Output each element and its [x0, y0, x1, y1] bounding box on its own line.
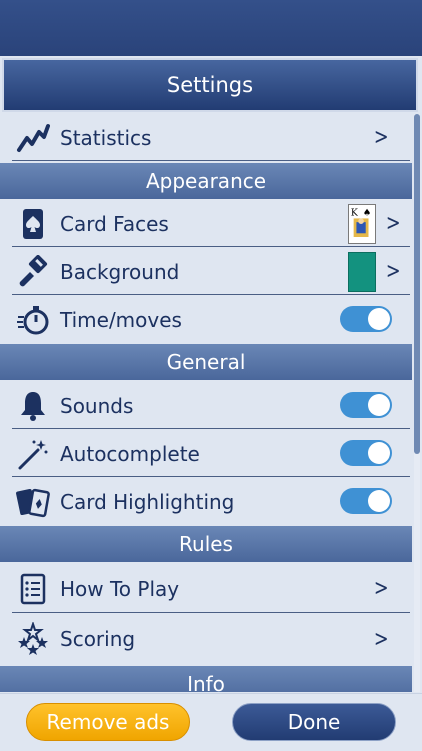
- section-appearance: Appearance: [0, 163, 412, 199]
- time-moves-toggle[interactable]: [340, 306, 392, 332]
- remove-ads-label: Remove ads: [46, 710, 170, 734]
- scrollbar-thumb[interactable]: [414, 114, 420, 454]
- chevron-right-icon: >: [385, 259, 401, 284]
- card-highlighting-label: Card Highlighting: [60, 489, 235, 514]
- section-general: General: [0, 344, 412, 380]
- top-bar: [0, 0, 422, 56]
- stopwatch-icon: [14, 301, 52, 339]
- scrollbar[interactable]: [414, 114, 420, 692]
- autocomplete-row: Autocomplete: [0, 430, 412, 477]
- card-rank: K: [351, 208, 359, 219]
- scoring-label: Scoring: [60, 627, 136, 651]
- statistics-row[interactable]: Statistics >: [0, 114, 412, 161]
- list-icon: [14, 570, 52, 608]
- page-title-text: Settings: [166, 73, 254, 97]
- card-highlighting-toggle[interactable]: [340, 488, 392, 514]
- scoring-row[interactable]: Scoring >: [0, 614, 412, 664]
- background-row[interactable]: Background >: [0, 248, 412, 295]
- card-highlighting-row: Card Highlighting: [0, 478, 412, 525]
- card-suit: ♠: [363, 208, 371, 219]
- time-moves-row: Time/moves: [0, 296, 412, 343]
- stars-icon: [14, 620, 52, 658]
- sounds-toggle[interactable]: [340, 392, 392, 418]
- section-info: Info: [0, 666, 412, 692]
- section-appearance-label: Appearance: [145, 169, 267, 193]
- cards-icon: [14, 483, 52, 521]
- sounds-label: Sounds: [60, 393, 134, 418]
- bell-icon: [14, 387, 52, 425]
- toggle-knob: [368, 394, 390, 416]
- chevron-right-icon: >: [385, 211, 401, 236]
- chevron-right-icon: >: [373, 626, 389, 652]
- background-preview: [348, 252, 376, 292]
- section-general-label: General: [166, 350, 246, 374]
- remove-ads-button[interactable]: Remove ads: [26, 703, 190, 741]
- done-button[interactable]: Done: [232, 703, 396, 741]
- chevron-right-icon: >: [373, 576, 389, 601]
- toggle-knob: [368, 308, 390, 330]
- statistics-label: Statistics: [60, 125, 152, 150]
- time-moves-label: Time/moves: [60, 307, 182, 332]
- page-title: Settings: [2, 58, 418, 112]
- how-to-play-label: How To Play: [60, 576, 180, 601]
- settings-list[interactable]: Statistics > Appearance Card Faces K ♠ >…: [0, 114, 422, 692]
- done-label: Done: [287, 710, 341, 734]
- magic-wand-icon: [14, 435, 52, 473]
- autocomplete-label: Autocomplete: [60, 441, 200, 466]
- chevron-right-icon: >: [373, 125, 389, 150]
- spade-card-icon: [14, 205, 52, 243]
- section-info-label: Info: [187, 672, 225, 692]
- section-rules: Rules: [0, 526, 412, 562]
- card-faces-label: Card Faces: [60, 211, 169, 236]
- autocomplete-toggle[interactable]: [340, 440, 392, 466]
- card-faces-row[interactable]: Card Faces K ♠ >: [0, 200, 412, 247]
- section-rules-label: Rules: [179, 532, 233, 556]
- paint-brush-icon: [14, 253, 52, 291]
- sounds-row: Sounds: [0, 382, 412, 429]
- bottom-bar: Remove ads Done: [0, 693, 422, 751]
- toggle-knob: [368, 442, 390, 464]
- how-to-play-row[interactable]: How To Play >: [0, 564, 412, 613]
- trend-chart-icon: [14, 119, 52, 157]
- card-face-preview: K ♠: [348, 204, 376, 244]
- toggle-knob: [368, 490, 390, 512]
- background-label: Background: [60, 259, 180, 284]
